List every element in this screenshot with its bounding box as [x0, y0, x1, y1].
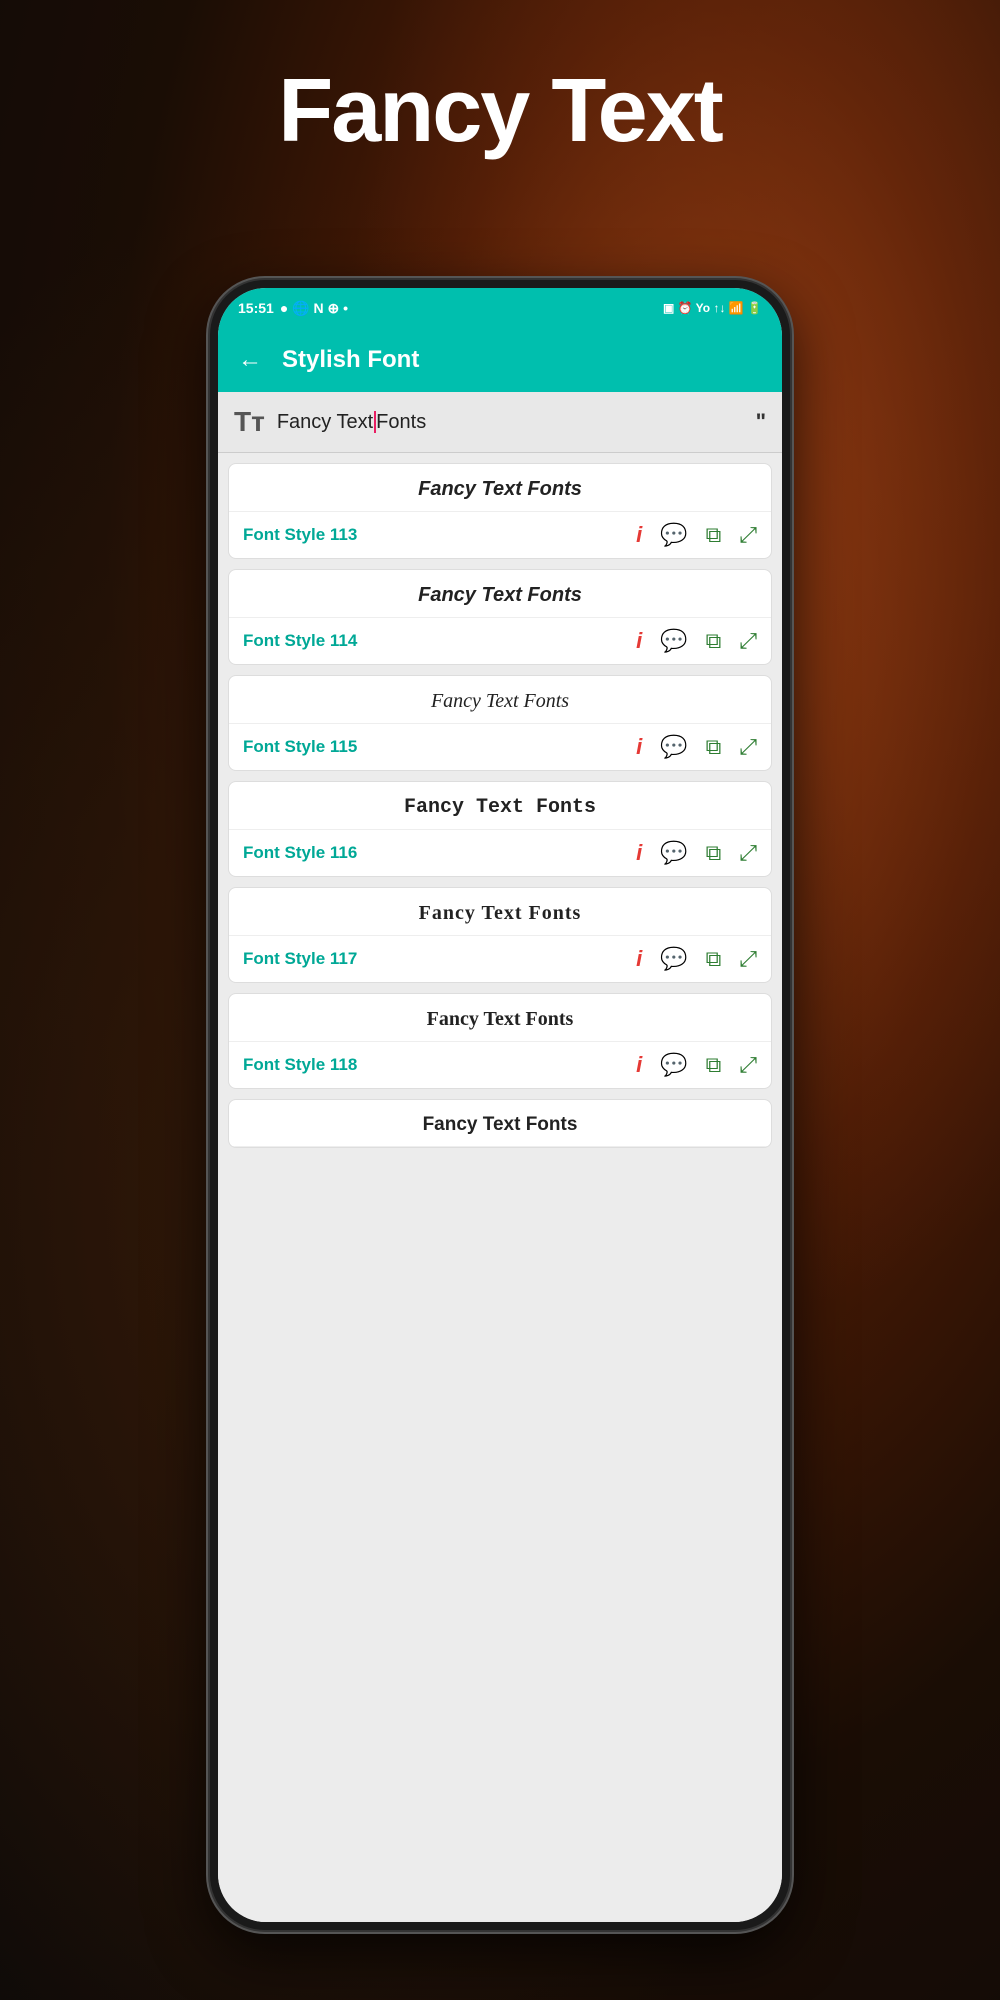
- share-button-116[interactable]: ⤢: [739, 840, 757, 866]
- font-style-label-116: Font Style 116: [243, 843, 636, 863]
- whatsapp-button-117[interactable]: 💬: [660, 946, 687, 972]
- info-button-116[interactable]: i: [636, 840, 642, 866]
- action-icons-113: i 💬 ⧉ ⤢: [636, 522, 757, 548]
- text-size-icon: Tт: [234, 406, 265, 438]
- font-card-117: Fancy Text Fonts Font Style 117 i 💬 ⧉ ⤢: [228, 887, 772, 983]
- font-preview-119: Fancy Text Fonts: [229, 1100, 771, 1147]
- info-button-117[interactable]: i: [636, 946, 642, 972]
- font-actions-118: Font Style 118 i 💬 ⧉ ⤢: [229, 1042, 771, 1088]
- status-bar: 15:51 ● 🌐 N ⊕ • ▣ ⏰ Yo ↑↓ 📶 🔋: [218, 288, 782, 328]
- font-card-113: Fancy Text Fonts Font Style 113 i 💬 ⧉ ⤢: [228, 463, 772, 559]
- font-preview-114: Fancy Text Fonts: [229, 570, 771, 618]
- share-button-113[interactable]: ⤢: [739, 522, 757, 548]
- back-button[interactable]: ←: [238, 346, 262, 374]
- whatsapp-button-116[interactable]: 💬: [660, 840, 687, 866]
- info-button-114[interactable]: i: [636, 628, 642, 654]
- font-preview-116: Fancy Text Fonts: [229, 782, 771, 830]
- font-preview-115: Fancy Text Fonts: [229, 676, 771, 724]
- copy-button-116[interactable]: ⧉: [706, 840, 722, 866]
- input-text-before: Fancy Text: [277, 411, 373, 433]
- share-button-117[interactable]: ⤢: [739, 946, 757, 972]
- font-preview-118: Fancy Text Fonts: [229, 994, 771, 1042]
- font-style-label-113: Font Style 113: [243, 525, 636, 545]
- share-button-118[interactable]: ⤢: [739, 1052, 757, 1078]
- font-card-116: Fancy Text Fonts Font Style 116 i 💬 ⧉ ⤢: [228, 781, 772, 877]
- copy-button-115[interactable]: ⧉: [706, 734, 722, 760]
- font-card-114: Fancy Text Fonts Font Style 114 i 💬 ⧉ ⤢: [228, 569, 772, 665]
- font-style-label-118: Font Style 118: [243, 1055, 636, 1075]
- text-input[interactable]: Fancy TextFonts: [277, 411, 744, 434]
- quote-button[interactable]: ": [756, 409, 766, 435]
- copy-button-114[interactable]: ⧉: [706, 628, 722, 654]
- action-icons-118: i 💬 ⧉ ⤢: [636, 1052, 757, 1078]
- screen-content: Tт Fancy TextFonts " Fancy Text Fonts Fo…: [218, 392, 782, 1922]
- phone-screen: 15:51 ● 🌐 N ⊕ • ▣ ⏰ Yo ↑↓ 📶 🔋 ← Stylish …: [218, 288, 782, 1922]
- info-button-113[interactable]: i: [636, 522, 642, 548]
- phone-frame: 15:51 ● 🌐 N ⊕ • ▣ ⏰ Yo ↑↓ 📶 🔋 ← Stylish …: [210, 280, 790, 1930]
- font-style-label-117: Font Style 117: [243, 949, 636, 969]
- font-preview-117: Fancy Text Fonts: [229, 888, 771, 936]
- hero-title: Fancy Text: [0, 60, 1000, 163]
- whatsapp-button-113[interactable]: 💬: [660, 522, 687, 548]
- font-actions-117: Font Style 117 i 💬 ⧉ ⤢: [229, 936, 771, 982]
- status-bar-right: ▣ ⏰ Yo ↑↓ 📶 🔋: [663, 301, 762, 315]
- copy-button-113[interactable]: ⧉: [706, 522, 722, 548]
- font-style-label-115: Font Style 115: [243, 737, 636, 757]
- status-icons: ● 🌐 N ⊕ •: [280, 300, 348, 317]
- action-icons-115: i 💬 ⧉ ⤢: [636, 734, 757, 760]
- status-bar-left: 15:51 ● 🌐 N ⊕ •: [238, 300, 348, 317]
- app-bar-title: Stylish Font: [282, 346, 419, 374]
- font-actions-116: Font Style 116 i 💬 ⧉ ⤢: [229, 830, 771, 876]
- status-time: 15:51: [238, 300, 274, 316]
- info-button-118[interactable]: i: [636, 1052, 642, 1078]
- font-card-119: Fancy Text Fonts: [228, 1099, 772, 1148]
- font-style-label-114: Font Style 114: [243, 631, 636, 651]
- action-icons-117: i 💬 ⧉ ⤢: [636, 946, 757, 972]
- copy-button-117[interactable]: ⧉: [706, 946, 722, 972]
- share-button-114[interactable]: ⤢: [739, 628, 757, 654]
- app-bar: ← Stylish Font: [218, 328, 782, 392]
- copy-button-118[interactable]: ⧉: [706, 1052, 722, 1078]
- whatsapp-button-114[interactable]: 💬: [660, 628, 687, 654]
- font-actions-115: Font Style 115 i 💬 ⧉ ⤢: [229, 724, 771, 770]
- action-icons-114: i 💬 ⧉ ⤢: [636, 628, 757, 654]
- font-actions-114: Font Style 114 i 💬 ⧉ ⤢: [229, 618, 771, 664]
- font-card-115: Fancy Text Fonts Font Style 115 i 💬 ⧉ ⤢: [228, 675, 772, 771]
- whatsapp-button-115[interactable]: 💬: [660, 734, 687, 760]
- font-card-118: Fancy Text Fonts Font Style 118 i 💬 ⧉ ⤢: [228, 993, 772, 1089]
- action-icons-116: i 💬 ⧉ ⤢: [636, 840, 757, 866]
- info-button-115[interactable]: i: [636, 734, 642, 760]
- input-row[interactable]: Tт Fancy TextFonts ": [218, 392, 782, 453]
- status-battery-icons: ▣ ⏰ Yo ↑↓ 📶 🔋: [663, 301, 762, 315]
- input-text-after: Fonts: [376, 411, 426, 433]
- font-preview-113: Fancy Text Fonts: [229, 464, 771, 512]
- share-button-115[interactable]: ⤢: [739, 734, 757, 760]
- whatsapp-button-118[interactable]: 💬: [660, 1052, 687, 1078]
- font-actions-113: Font Style 113 i 💬 ⧉ ⤢: [229, 512, 771, 558]
